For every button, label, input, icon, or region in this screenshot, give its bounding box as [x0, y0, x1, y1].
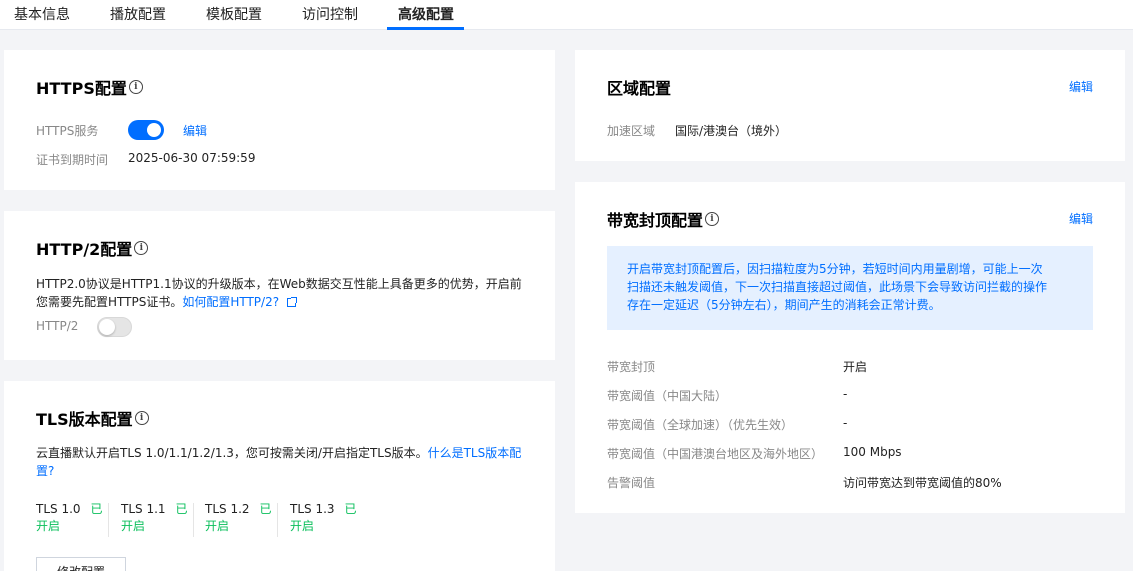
bandwidth-card: 带宽封顶配置 i 编辑 — [575, 182, 1125, 513]
notice-line: 扫描还未触发阈值，下一次扫描直接超过阈值，此场景下会导致访问拦截的操作 — [627, 280, 1048, 294]
bandwidth-row-label: 告警阈值 — [607, 476, 656, 490]
http2-toggle-label: HTTP/2 — [36, 319, 79, 333]
cert-expiry-label: 证书到期时间 — [36, 153, 109, 167]
tls-version-status-cont: 开启 — [290, 519, 315, 533]
tls-version-status-cont: 开启 — [205, 519, 230, 533]
toggle-knob — [99, 319, 115, 335]
tls-desc-line1-wrap: 云直播默认开启TLS 1.0/1.1/1.2/1.3，您可按需关闭/开启指定TL… — [36, 444, 526, 462]
info-icon[interactable]: i — [128, 80, 143, 94]
tls-version-item: TLS 1.1 已 开启 — [121, 501, 188, 535]
bandwidth-row-value: 开启 — [843, 360, 868, 374]
tab-bar: 基本信息 播放配置 模板配置 访问控制 高级配置 — [0, 0, 1133, 30]
modify-config-button[interactable]: 修改配置 — [36, 557, 126, 571]
tls-version-status: 已 — [175, 502, 188, 516]
https-card-title: HTTPS配置 i — [36, 75, 143, 99]
info-icon[interactable]: i — [134, 411, 149, 425]
bandwidth-notice: 开启带宽封顶配置后，因扫描粒度为5分钟，若短时间内用量剧增，可能上一次 扫描还未… — [607, 246, 1093, 330]
active-tab-indicator — [387, 27, 464, 30]
tls-version-status-cont: 开启 — [36, 519, 61, 533]
https-title-text: HTTPS配置 — [36, 79, 127, 98]
tls-version-name: TLS 1.3 — [290, 502, 335, 516]
tls-help-link[interactable]: 什么是TLS版本配 — [428, 446, 522, 460]
bandwidth-row-label: 带宽阈值（全球加速）（优先生效） — [607, 418, 794, 432]
tab-basic-info[interactable]: 基本信息 — [14, 0, 70, 30]
bandwidth-edit-link[interactable]: 编辑 — [1069, 210, 1093, 227]
tls-version-item: TLS 1.0 已 开启 — [36, 501, 103, 535]
bandwidth-row-value: - — [843, 416, 848, 430]
divider — [108, 503, 109, 537]
region-edit-link[interactable]: 编辑 — [1069, 78, 1093, 95]
tls-version-item: TLS 1.2 已 开启 — [205, 501, 272, 535]
https-edit-link[interactable]: 编辑 — [183, 122, 207, 139]
divider — [277, 503, 278, 537]
https-service-label: HTTPS服务 — [36, 124, 99, 138]
divider — [193, 503, 194, 537]
http2-toggle[interactable] — [97, 317, 132, 337]
tls-version-status: 已 — [344, 502, 357, 516]
tls-version-status: 已 — [90, 502, 103, 516]
tls-version-name: TLS 1.0 — [36, 502, 81, 516]
http2-desc-line1: HTTP2.0协议是HTTP1.1协议的升级版本，在Web数据交互性能上具备更多… — [36, 277, 522, 291]
tls-desc-text: 云直播默认开启TLS 1.0/1.1/1.2/1.3，您可按需关闭/开启指定TL… — [36, 446, 428, 460]
toggle-knob — [147, 123, 161, 137]
tls-title-text: TLS版本配置 — [36, 410, 133, 429]
bandwidth-title-text: 带宽封顶配置 — [607, 211, 704, 230]
bandwidth-row-label: 带宽阈值（中国港澳台地区及海外地区） — [607, 447, 824, 461]
tls-card-title: TLS版本配置 i — [36, 406, 149, 430]
tls-version-list: TLS 1.0 已 开启 TLS 1.1 已 开启 TLS 1.2 已 开启 TLS … — [36, 501, 396, 541]
http2-desc-line2: 您需要先配置HTTPS证书。 — [36, 295, 183, 309]
tls-version-status: 已 — [259, 502, 272, 516]
external-link-icon[interactable] — [287, 297, 298, 307]
tls-version-item: TLS 1.3 已 开启 — [290, 501, 357, 535]
bandwidth-row-label: 带宽阈值（中国大陆） — [607, 389, 728, 403]
region-area-label: 加速区域 — [607, 124, 656, 138]
bandwidth-row-value: 100 Mbps — [843, 445, 902, 459]
tab-template-config[interactable]: 模板配置 — [206, 0, 262, 30]
notice-line: 开启带宽封顶配置后，因扫描粒度为5分钟，若短时间内用量剧增，可能上一次 — [627, 262, 1043, 276]
http2-title-text: HTTP/2配置 — [36, 240, 133, 259]
region-area-value: 国际/港澳台（境外） — [675, 124, 788, 138]
https-card: HTTPS配置 i HTTPS服务 编辑 证书到期时间 2025-06-30 0… — [4, 50, 555, 190]
tab-playback-config[interactable]: 播放配置 — [110, 0, 166, 30]
notice-line: 存在一定延迟（5分钟左右），期间产生的消耗会正常计费。 — [627, 298, 941, 312]
http2-card: HTTP/2配置 i HTTP2.0协议是HTTP1.1协议的升级版本，在Web… — [4, 211, 555, 360]
http2-help-link[interactable]: 如何配置HTTP/2? — [182, 295, 279, 309]
tls-version-name: TLS 1.1 — [121, 502, 166, 516]
bandwidth-row-value: - — [843, 387, 848, 401]
region-card: 区域配置 编辑 加速区域 国际/港澳台（境外） — [575, 50, 1125, 161]
http2-card-title: HTTP/2配置 i — [36, 236, 149, 260]
bandwidth-row-label: 带宽封顶 — [607, 360, 656, 374]
info-icon[interactable]: i — [134, 241, 149, 255]
http2-desc-line2-wrap: 您需要先配置HTTPS证书。如何配置HTTP/2? — [36, 293, 536, 311]
tls-card: TLS版本配置 i 云直播默认开启TLS 1.0/1.1/1.2/1.3，您可按… — [4, 381, 555, 571]
bandwidth-card-title: 带宽封顶配置 i — [607, 207, 720, 231]
tls-version-name: TLS 1.2 — [205, 502, 250, 516]
cert-expiry-value: 2025-06-30 07:59:59 — [128, 151, 256, 165]
http2-description: HTTP2.0协议是HTTP1.1协议的升级版本，在Web数据交互性能上具备更多… — [36, 275, 536, 311]
tls-help-link-cont[interactable]: 置? — [36, 462, 526, 480]
tls-version-status-cont: 开启 — [121, 519, 146, 533]
info-icon[interactable]: i — [705, 212, 720, 226]
region-card-title: 区域配置 — [607, 79, 672, 98]
tab-advanced-config[interactable]: 高级配置 — [398, 0, 454, 30]
https-service-toggle[interactable] — [128, 120, 164, 140]
bandwidth-row-value: 访问带宽达到带宽阈值的80% — [843, 476, 1002, 490]
tab-access-control[interactable]: 访问控制 — [302, 0, 358, 30]
tls-description: 云直播默认开启TLS 1.0/1.1/1.2/1.3，您可按需关闭/开启指定TL… — [36, 444, 526, 480]
